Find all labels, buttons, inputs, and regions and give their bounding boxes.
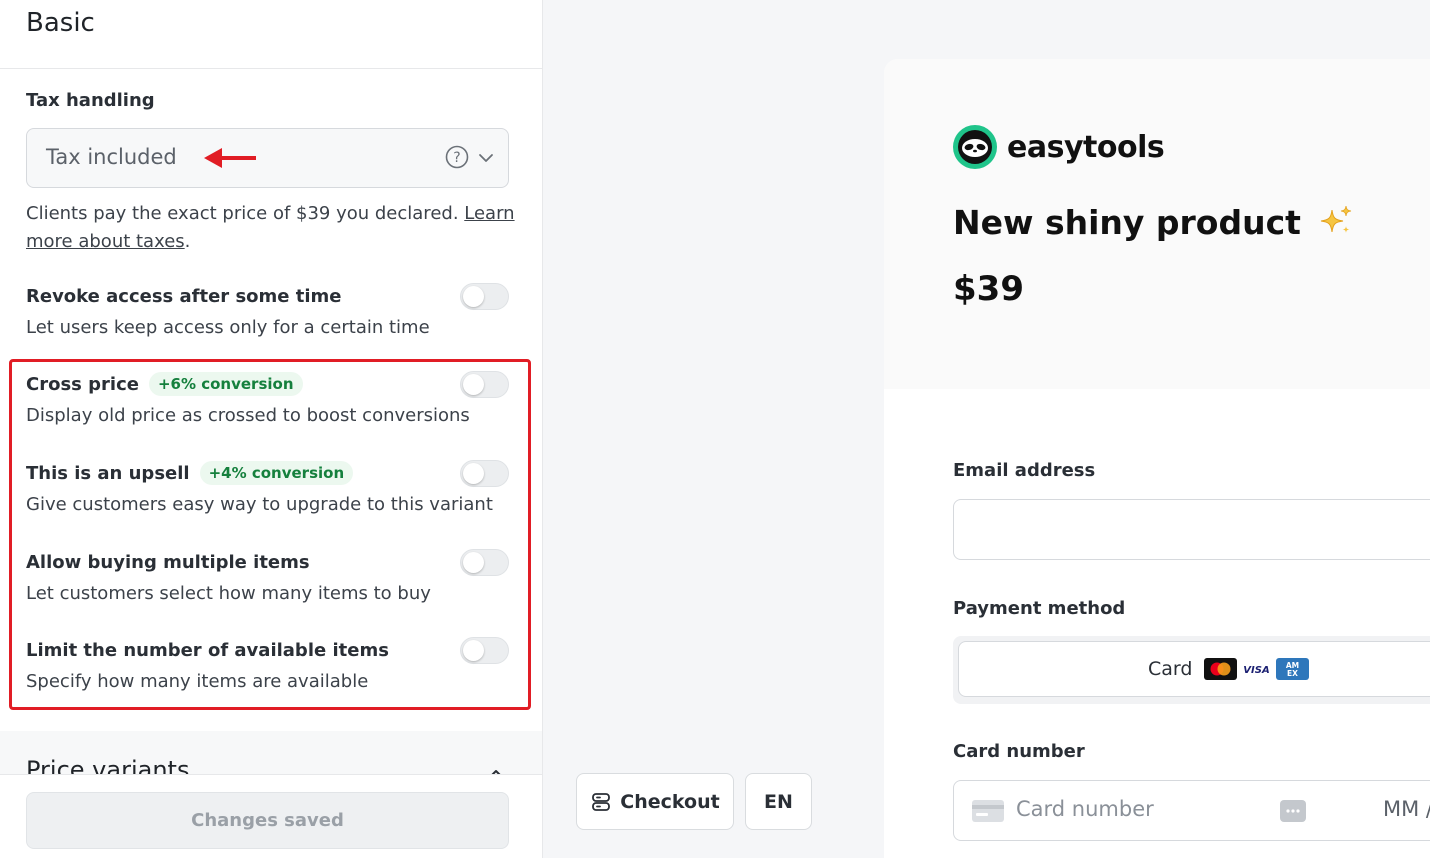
section-title: Basic <box>26 8 95 38</box>
mastercard-icon <box>1204 658 1237 680</box>
language-button[interactable]: EN <box>745 773 812 830</box>
svg-text:EX: EX <box>1287 669 1298 678</box>
card-number-placeholder: Card number <box>1016 797 1154 821</box>
card-number-input[interactable]: Card number MM / <box>953 780 1430 841</box>
payment-method-label: Payment method <box>953 598 1126 619</box>
changes-saved-button[interactable]: Changes saved <box>26 792 509 849</box>
card-payment-option[interactable]: Card VISA AM EX <box>958 641 1430 697</box>
checkout-preview: easytools New shiny product $39 Email ad… <box>884 59 1430 858</box>
option-revoke-access: Revoke access after some time Let users … <box>26 283 509 338</box>
chevron-down-icon <box>479 154 493 162</box>
card-option-label: Card <box>1148 658 1193 680</box>
email-label: Email address <box>953 460 1096 481</box>
email-input[interactable] <box>953 499 1430 560</box>
revoke-access-toggle[interactable] <box>460 283 509 310</box>
amex-icon: AM EX <box>1276 658 1309 680</box>
option-title: Revoke access after some time <box>26 285 342 307</box>
help-icon[interactable]: ? <box>445 145 469 169</box>
option-description: Let users keep access only for a certain… <box>26 317 430 338</box>
checkout-icon <box>592 792 611 811</box>
language-label: EN <box>764 790 793 813</box>
checkout-button[interactable]: Checkout <box>576 773 734 830</box>
highlight-annotation-box <box>9 359 531 710</box>
payment-method-group: Card VISA AM EX <box>953 636 1430 704</box>
tax-handling-label: Tax handling <box>26 90 155 111</box>
settings-panel: Basic Tax handling Tax included ? Client… <box>0 0 543 858</box>
brand-name: easytools <box>1007 129 1165 165</box>
cvc-icon <box>1280 800 1306 822</box>
divider <box>0 68 542 69</box>
expiry-placeholder[interactable]: MM / <box>1383 797 1430 821</box>
card-icon <box>972 800 1004 822</box>
svg-text:?: ? <box>453 150 460 166</box>
checkout-label: Checkout <box>620 790 720 813</box>
card-number-label: Card number <box>953 741 1085 762</box>
tax-help-text: Clients pay the exact price of $39 you d… <box>26 203 515 252</box>
visa-icon: VISA <box>1240 658 1273 680</box>
tax-handling-value: Tax included <box>46 145 177 169</box>
svg-text:VISA: VISA <box>1243 665 1269 676</box>
tax-handling-select[interactable]: Tax included ? <box>26 128 509 188</box>
product-price: $39 <box>953 269 1024 309</box>
panel-footer: Changes saved <box>0 774 542 858</box>
arrow-annotation-icon <box>204 148 256 168</box>
sloth-logo-icon <box>953 125 997 169</box>
product-title: New shiny product <box>953 203 1354 242</box>
sparkles-icon <box>1321 205 1352 233</box>
brand-logo: easytools <box>953 125 1165 169</box>
